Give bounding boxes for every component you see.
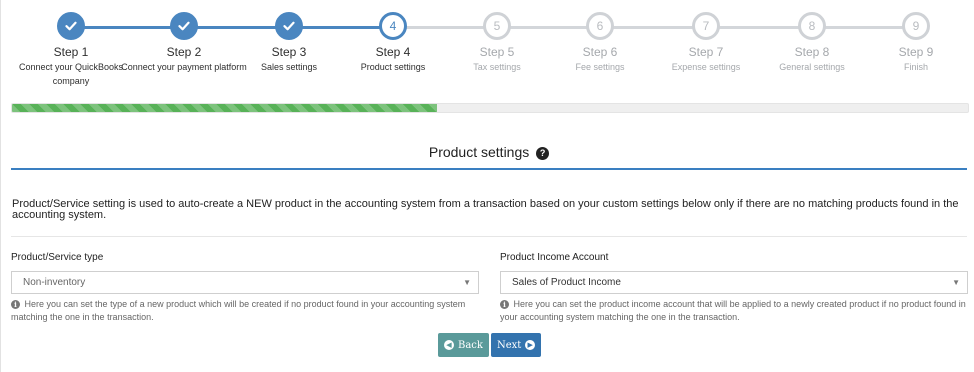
question-circle-icon[interactable]: ?: [536, 146, 550, 160]
check-icon: [57, 12, 85, 40]
income-account-help: i Here you can set the product income ac…: [500, 298, 968, 324]
step-number-badge: 4: [379, 12, 407, 40]
step-number-badge: 6: [586, 12, 614, 40]
wizard-stepper: Step 1 Connect your QuickBooks company Ste…: [0, 0, 974, 96]
dropdown-caret-icon: ▼: [463, 278, 471, 287]
step-number-badge: 5: [483, 12, 511, 40]
income-account-label: Product Income Account: [500, 252, 609, 263]
back-button[interactable]: ◀ Back: [438, 333, 489, 357]
dropdown-caret-icon: ▼: [952, 278, 960, 287]
arrow-circle-left-icon: ◀: [444, 340, 454, 350]
check-icon: [170, 12, 198, 40]
step-title: Step 9: [898, 45, 934, 59]
income-account-help-text: Here you can set the product income acco…: [500, 299, 966, 322]
step-number-badge: 7: [692, 12, 720, 40]
income-account-select[interactable]: Sales of Product Income ▼: [500, 271, 968, 294]
progress-bar-fill: [12, 104, 438, 112]
product-type-label: Product/Service type: [11, 252, 104, 263]
income-account-value: Sales of Product Income: [512, 277, 621, 288]
product-type-value: Non-inventory: [23, 277, 86, 288]
divider: [11, 236, 967, 237]
product-type-select[interactable]: Non-inventory ▼: [11, 271, 479, 294]
arrow-circle-right-icon: ▶: [525, 340, 535, 350]
section-description: Product/Service setting is used to auto-…: [12, 198, 959, 221]
step-subtitle: Finish: [903, 62, 928, 72]
next-button[interactable]: Next ▶: [491, 333, 541, 357]
progress-bar: [11, 103, 969, 113]
info-circle-icon: i: [500, 300, 509, 309]
section-heading: Product settings ?: [11, 144, 967, 160]
next-button-label: Next: [497, 339, 522, 351]
product-type-field: Product/Service type Non-inventory ▼ i H…: [11, 252, 479, 324]
info-circle-icon: i: [11, 300, 20, 309]
heading-underline: [11, 168, 967, 170]
product-type-help-text: Here you can set the type of a new produ…: [11, 299, 466, 322]
check-icon: [275, 12, 303, 40]
step-number-badge: 8: [798, 12, 826, 40]
product-type-help: i Here you can set the type of a new pro…: [11, 298, 479, 324]
step-number-badge: 9: [902, 12, 930, 40]
income-account-field: Product Income Account Sales of Product …: [500, 252, 968, 324]
page-title: Product settings: [428, 144, 530, 160]
step-9: 9 Step 9 Finish: [846, 12, 974, 74]
back-button-label: Back: [458, 339, 483, 351]
